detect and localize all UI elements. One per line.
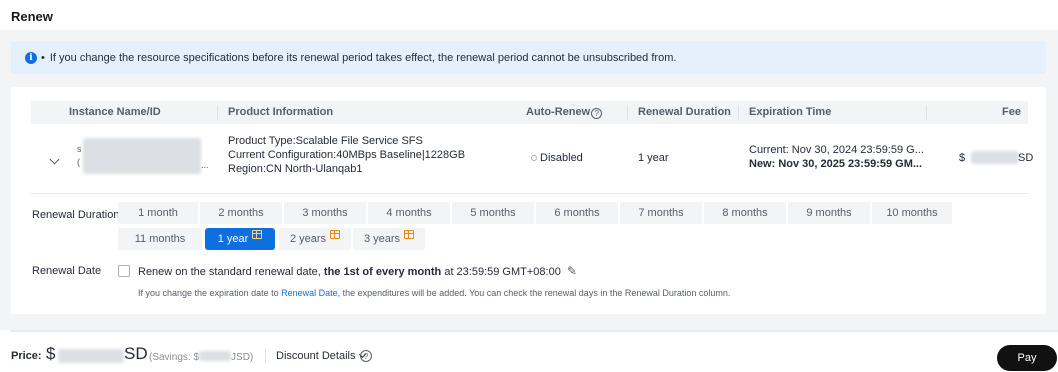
renewal-duration-label: Renewal Duration	[32, 209, 120, 221]
gift-icon	[330, 229, 341, 239]
duration-option[interactable]: 7 months	[620, 202, 702, 224]
page-title: Renew	[11, 9, 53, 24]
price-prefix: $	[46, 344, 56, 363]
renew-standard-date-checkbox[interactable]	[118, 265, 130, 277]
renewal-card: Instance Name/ID Product Information Aut…	[11, 87, 1046, 314]
header-expiration: Expiration Time	[749, 106, 832, 118]
duration-option[interactable]: 3 years	[353, 228, 425, 250]
help-icon[interactable]: ?	[360, 350, 372, 362]
duration-option[interactable]: 1 month	[118, 202, 198, 224]
product-region: Region:CN North-Ulanqab1	[228, 163, 363, 175]
header-separator	[217, 105, 218, 120]
footer-separator	[265, 349, 266, 363]
info-notice: i • If you change the resource specifica…	[11, 41, 1046, 74]
help-icon[interactable]: ?	[591, 108, 603, 119]
header-separator	[926, 105, 927, 120]
header-separator	[627, 105, 628, 120]
header-auto-renew: Auto-Renew?	[526, 106, 603, 119]
price-suffix: SD	[124, 344, 148, 363]
row-renewal-duration: 1 year	[638, 152, 669, 164]
price-redacted	[58, 349, 124, 363]
duration-option[interactable]: 11 months	[118, 228, 202, 250]
instance-id-suffix: ...	[201, 160, 209, 170]
new-expiration: New: Nov 30, 2025 23:59:59 GM...	[749, 158, 923, 170]
table-row: s ( ... Product Type:Scalable File Servi…	[31, 124, 1033, 194]
duration-option-selected[interactable]: 1 year	[205, 228, 275, 250]
fee-suffix: SD	[1018, 152, 1034, 164]
header-instance: Instance Name/ID	[69, 106, 161, 118]
expiration-time: Current: Nov 30, 2024 23:59:59 G... New:…	[749, 143, 924, 171]
status-dot-icon	[531, 155, 537, 161]
header-product: Product Information	[228, 106, 334, 118]
instance-name-redacted	[83, 138, 201, 174]
duration-option[interactable]: 5 months	[452, 202, 534, 224]
product-information: Product Type:Scalable File Service SFS C…	[228, 134, 465, 176]
renew-standard-date-text: Renew on the standard renewal date, the …	[138, 264, 577, 278]
notice-bullet: •	[41, 51, 45, 64]
table-header: Instance Name/ID Product Information Aut…	[31, 101, 1028, 124]
discount-details-toggle[interactable]: Discount Details	[276, 350, 367, 362]
header-duration: Renewal Duration	[638, 106, 731, 118]
renewal-date-label: Renewal Date	[32, 265, 102, 277]
header-separator	[738, 105, 739, 120]
instance-id-prefix: (	[77, 157, 80, 167]
duration-option[interactable]: 3 months	[284, 202, 366, 224]
duration-option[interactable]: 10 months	[872, 202, 952, 224]
pay-button[interactable]: Pay	[997, 345, 1057, 371]
duration-option[interactable]: 8 months	[704, 202, 786, 224]
chevron-down-icon[interactable]	[49, 154, 60, 165]
notice-text: If you change the resource specification…	[49, 51, 677, 64]
instance-name-prefix: s	[77, 144, 82, 154]
savings-text: (Savings: $ JSD)	[149, 351, 254, 363]
duration-option[interactable]: 9 months	[788, 202, 870, 224]
info-icon: i	[25, 51, 37, 64]
edit-icon[interactable]: ✎	[567, 264, 577, 278]
price-label: Price:	[11, 350, 42, 362]
duration-option[interactable]: 6 months	[536, 202, 618, 224]
duration-option[interactable]: 4 months	[368, 202, 450, 224]
gift-icon	[252, 229, 263, 239]
product-type: Product Type:Scalable File Service SFS	[228, 135, 423, 147]
renewal-date-link[interactable]: Renewal Date	[281, 288, 338, 298]
fee-prefix: $	[959, 152, 966, 164]
product-configuration: Current Configuration:40MBps Baseline|12…	[228, 149, 466, 161]
footer-divider	[11, 330, 1058, 332]
duration-option[interactable]: 2 months	[200, 202, 282, 224]
auto-renew-status: Disabled	[531, 151, 583, 165]
current-expiration: Current: Nov 30, 2024 23:59:59 G...	[749, 144, 924, 156]
header-fee: Fee	[1002, 106, 1021, 118]
renewal-date-hint: If you change the expiration date to Ren…	[138, 288, 731, 298]
fee-redacted	[971, 151, 1019, 164]
duration-option[interactable]: 2 years	[279, 228, 351, 250]
savings-redacted	[199, 351, 232, 361]
gift-icon	[404, 229, 415, 239]
